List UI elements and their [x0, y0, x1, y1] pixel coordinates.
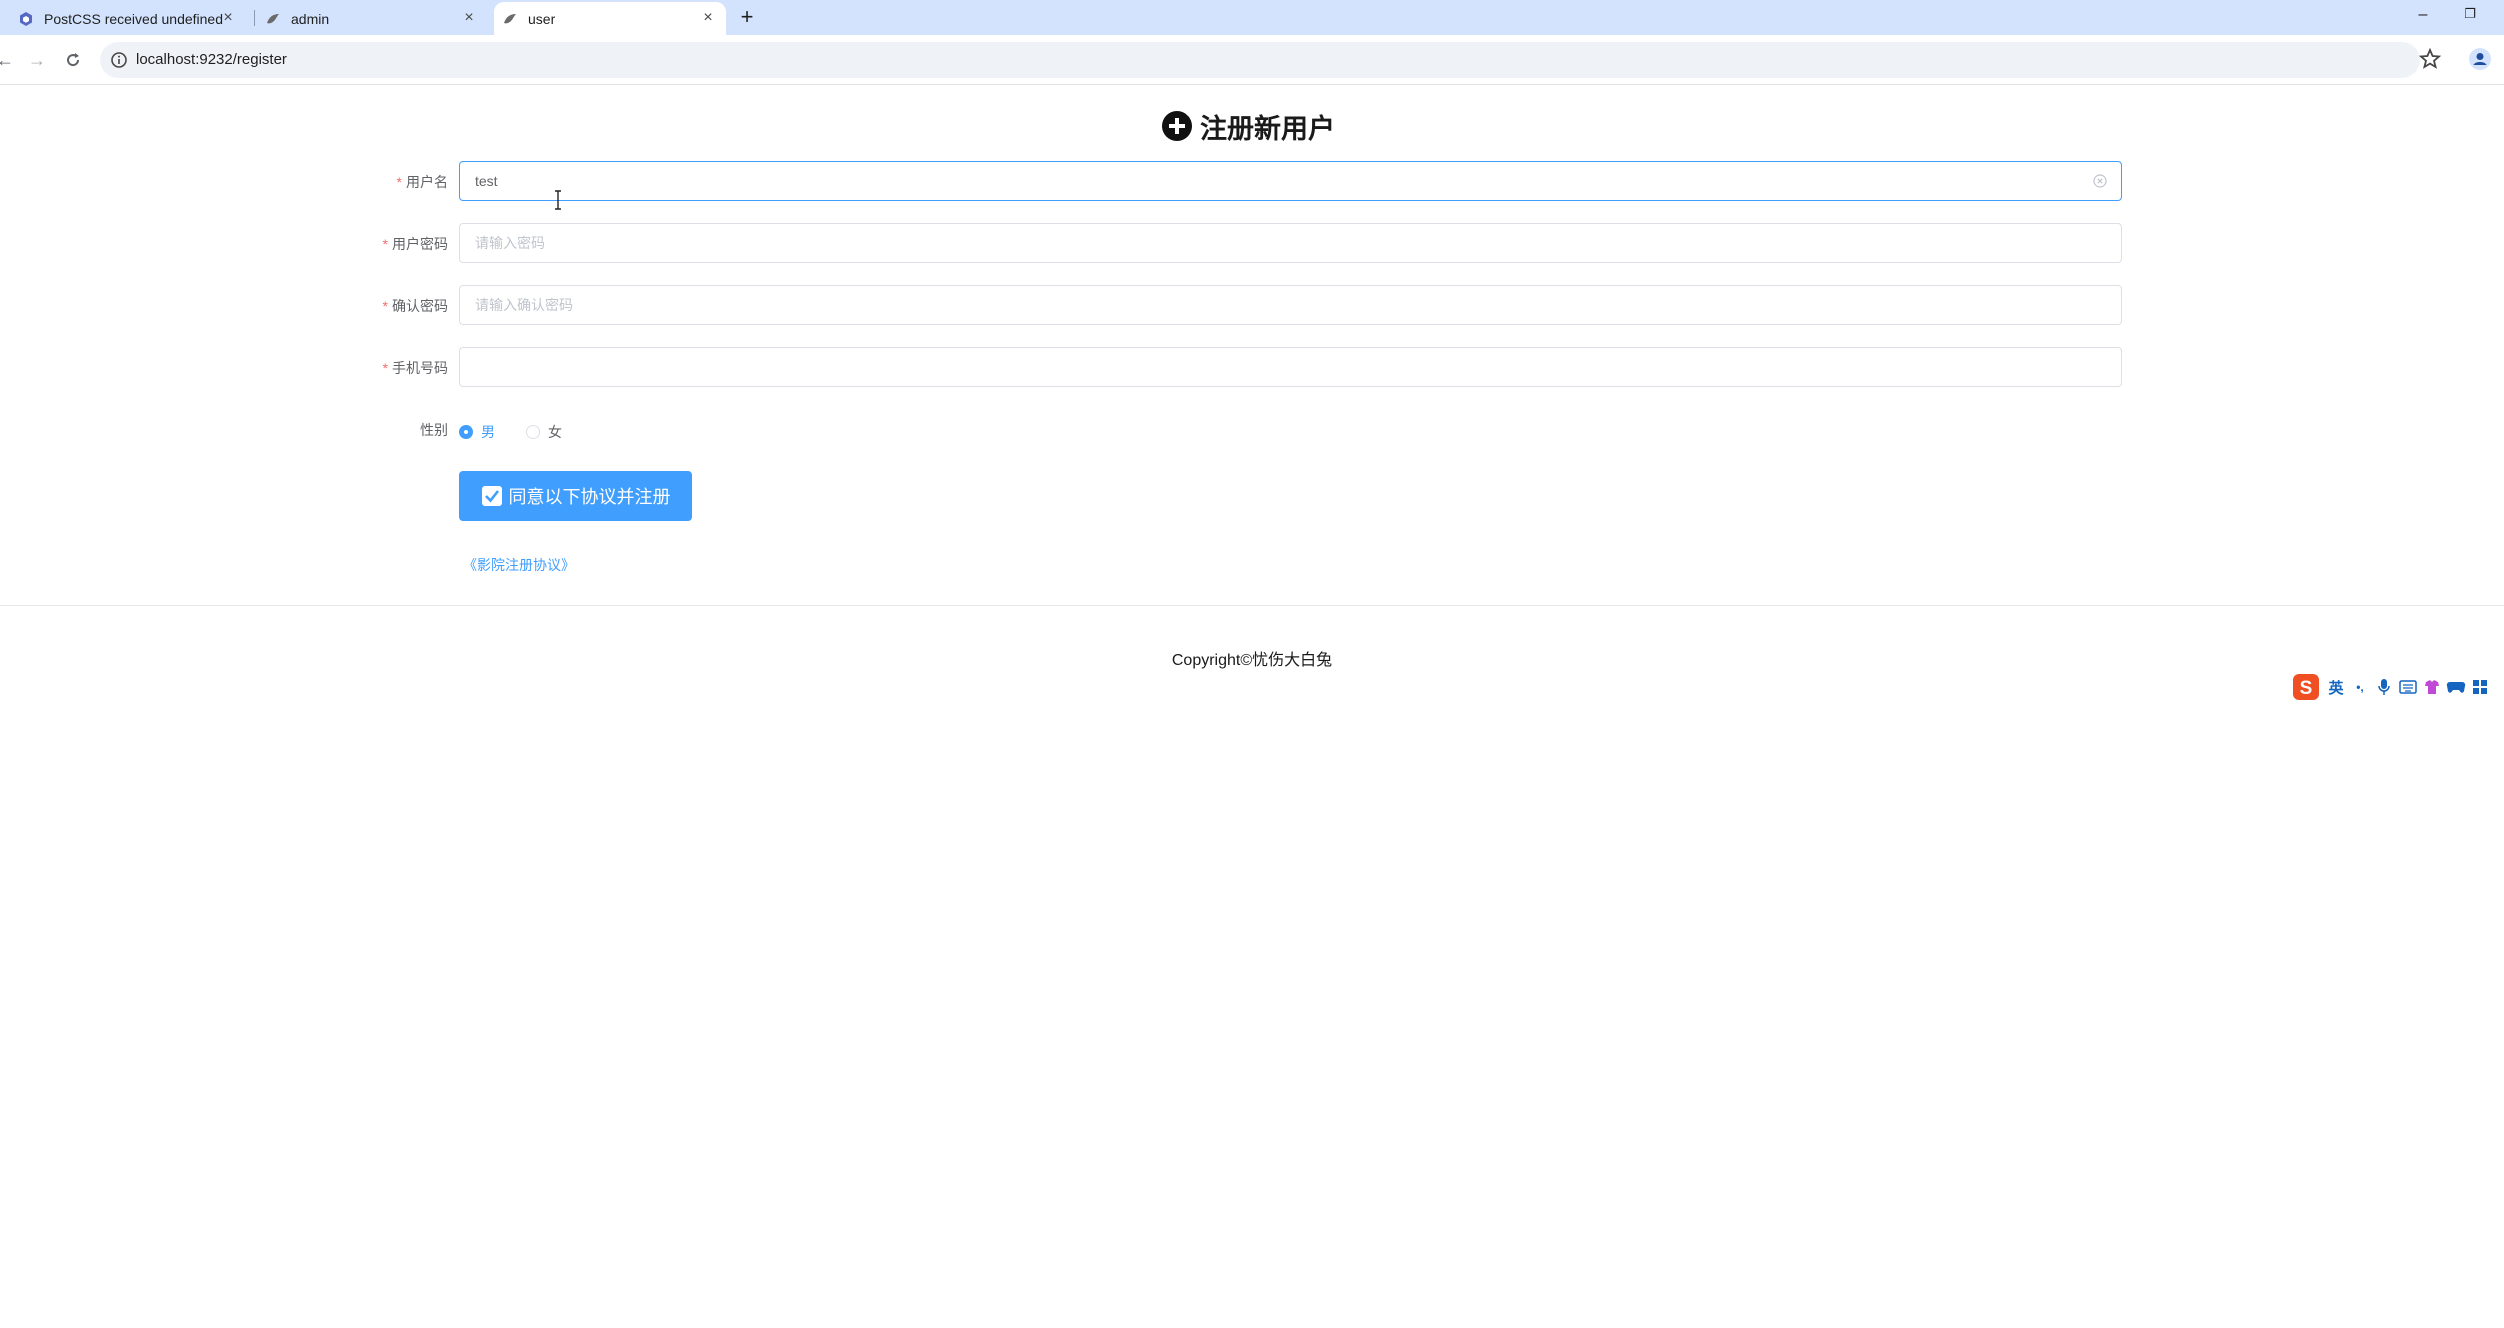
gender-radio-male[interactable]: 男	[459, 422, 495, 442]
browser-tab-strip: PostCSS received undefined × admin × use…	[0, 0, 2504, 35]
bird-icon	[502, 11, 518, 27]
address-bar[interactable]: localhost:9232/register	[100, 42, 2420, 78]
password-label-text: 用户密码	[392, 236, 448, 252]
radio-label: 男	[481, 424, 495, 440]
tab-close-icon[interactable]: ×	[220, 10, 236, 26]
gender-label: 性别	[420, 422, 448, 438]
profile-avatar-icon[interactable]	[2468, 47, 2492, 71]
browser-toolbar: ← → localhost:9232/register	[0, 35, 2504, 85]
tab-user[interactable]: user ×	[494, 2, 726, 35]
gender-radio-female[interactable]: 女	[526, 422, 562, 442]
bird-icon	[265, 11, 281, 27]
svg-text:S: S	[2300, 678, 2313, 699]
tab-title: admin	[291, 10, 330, 27]
tab-admin[interactable]: admin ×	[265, 2, 487, 35]
ime-mode-label[interactable]: 英	[2326, 677, 2346, 697]
agreement-link[interactable]: 《影院注册协议》	[463, 555, 575, 575]
password-row: * 用户密码	[360, 223, 2122, 265]
new-tab-plus-icon[interactable]: +	[737, 6, 757, 28]
gamepad-icon[interactable]	[2446, 677, 2466, 697]
plus-circle-logo-icon	[1160, 109, 1194, 143]
sogou-logo-icon[interactable]: S	[2292, 673, 2320, 701]
username-label: * 用户名	[360, 161, 448, 203]
radio-dot[interactable]	[526, 425, 540, 439]
footer-divider	[0, 605, 2504, 606]
ime-punctuation-icon[interactable]: •,	[2350, 677, 2370, 697]
required-mark: *	[382, 360, 388, 376]
reload-icon[interactable]	[62, 49, 84, 71]
back-arrow-icon[interactable]: ←	[0, 49, 16, 71]
bookmark-star-icon[interactable]	[2418, 47, 2442, 71]
username-label-text: 用户名	[406, 174, 448, 190]
register-page: 注册新用户 *用户名 *用户密码 *确认密码 *手机号码 性别 男 女	[0, 86, 2504, 1328]
phone-row: * 手机号码	[360, 347, 2122, 389]
phone-input[interactable]	[459, 347, 2122, 387]
url-text[interactable]: localhost:9232/register	[136, 51, 287, 68]
tab-title: user	[528, 10, 556, 27]
radio-label: 女	[548, 424, 562, 440]
password-label: * 用户密码	[360, 223, 448, 265]
agree-register-button[interactable]: 同意以下协议并注册	[459, 471, 692, 521]
username-row: * 用户名	[360, 161, 2122, 203]
keyboard-icon[interactable]	[2398, 677, 2418, 697]
clear-input-icon[interactable]	[2092, 173, 2108, 189]
phone-label-text: 手机号码	[392, 360, 448, 376]
restore-icon[interactable]: ❐	[2460, 6, 2480, 22]
username-input[interactable]	[459, 161, 2122, 201]
tab-postcss[interactable]: PostCSS received undefined ×	[18, 2, 246, 35]
required-mark: *	[382, 236, 388, 252]
tab-separator	[254, 10, 255, 26]
required-mark: *	[382, 298, 388, 314]
skin-shirt-icon[interactable]	[2422, 677, 2442, 697]
page-title: 注册新用户	[1200, 113, 1335, 144]
microphone-icon[interactable]	[2374, 677, 2394, 697]
tab-close-icon[interactable]: ×	[700, 10, 716, 26]
site-info-icon[interactable]	[110, 51, 128, 69]
password-input[interactable]	[459, 223, 2122, 263]
confirm-password-label-text: 确认密码	[392, 298, 448, 314]
text-cursor-icon	[553, 190, 563, 210]
phone-label: * 手机号码	[360, 347, 448, 389]
webpack-icon	[18, 11, 34, 27]
tab-title: PostCSS received undefined	[44, 10, 223, 27]
confirm-password-label: * 确认密码	[360, 285, 448, 327]
minimize-icon[interactable]: –	[2413, 6, 2433, 24]
gender-row: 性别 男 女	[360, 409, 2122, 451]
required-mark: *	[396, 174, 402, 190]
checkbox-checked-icon	[481, 485, 503, 507]
confirm-password-input[interactable]	[459, 285, 2122, 325]
copyright-text: Copyright©忧伤大白兔	[1171, 652, 1333, 669]
ime-toolbar[interactable]: S 英 •,	[2292, 671, 2498, 703]
page-heading: 注册新用户	[1160, 106, 1335, 146]
tab-close-icon[interactable]: ×	[461, 10, 477, 26]
agree-register-label: 同意以下协议并注册	[508, 487, 671, 507]
confirm-password-row: * 确认密码	[360, 285, 2122, 327]
forward-arrow-icon[interactable]: →	[26, 49, 48, 71]
grid-menu-icon[interactable]	[2470, 677, 2490, 697]
radio-dot[interactable]	[459, 425, 473, 439]
